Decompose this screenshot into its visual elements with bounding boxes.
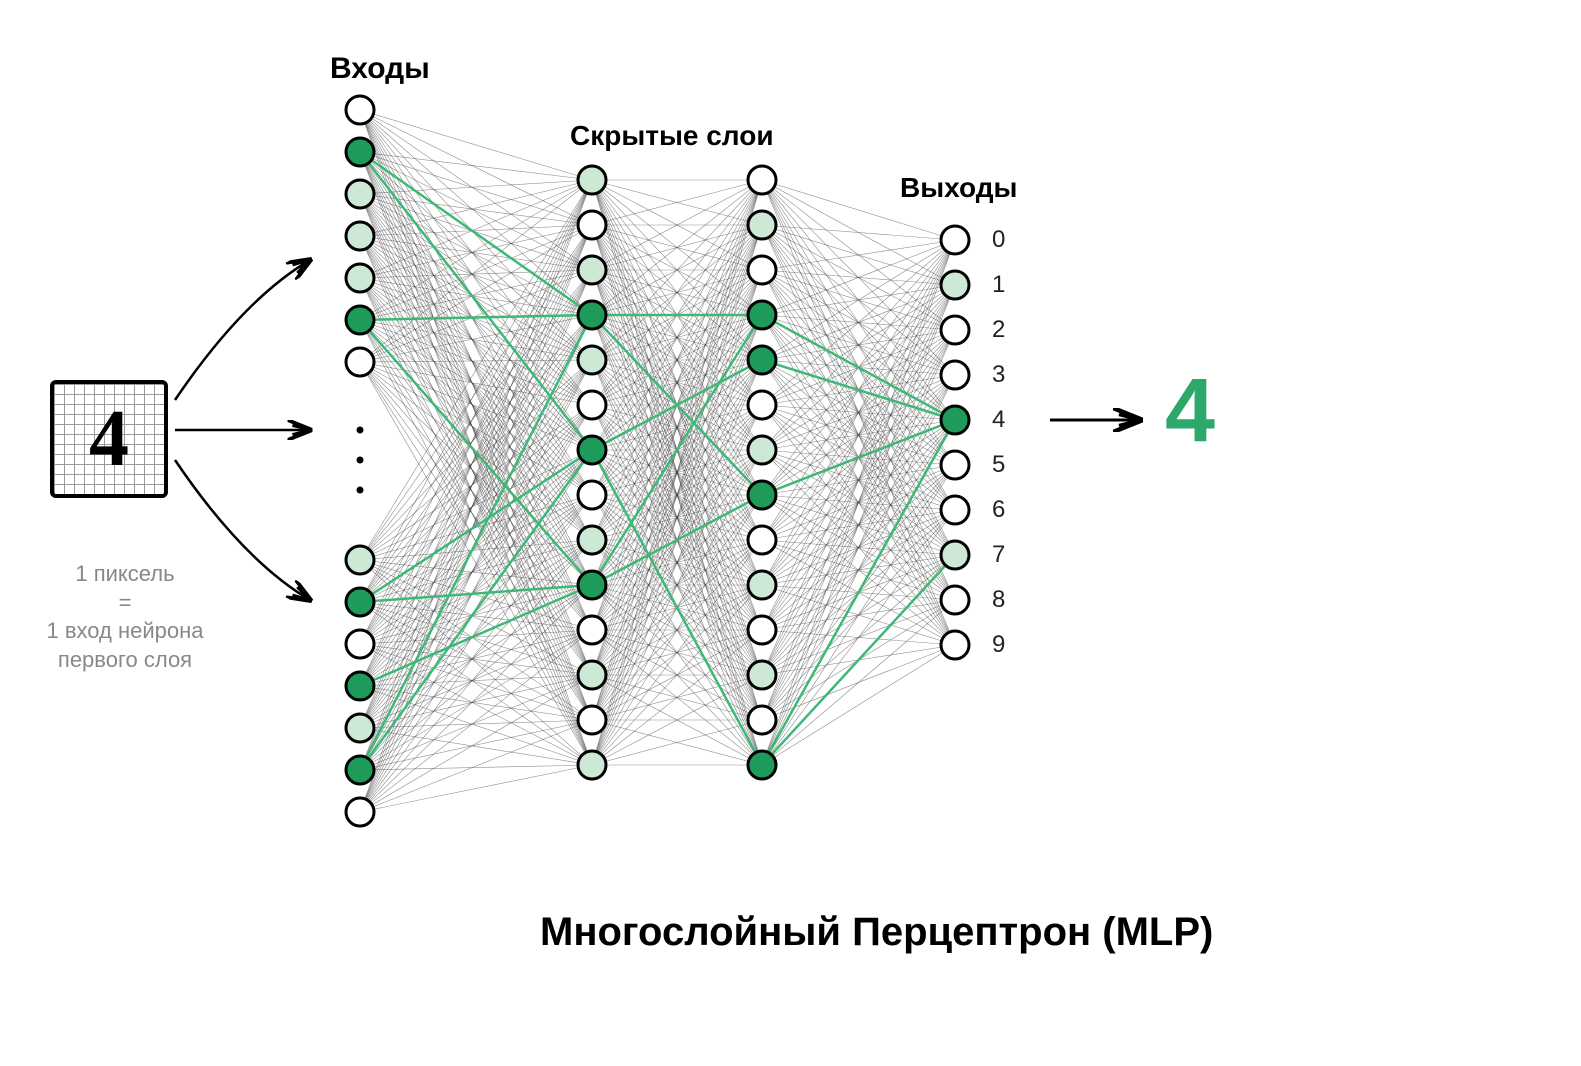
input-node-8: [346, 588, 374, 616]
input-node-4: [346, 264, 374, 292]
input-node-13: [346, 798, 374, 826]
input-node-0: [346, 96, 374, 124]
outputs-label: Выходы: [900, 172, 1017, 204]
output-label-4: 4: [992, 406, 1005, 434]
hidden2-node-6: [748, 436, 776, 464]
input-node-12: [346, 756, 374, 784]
hidden2-node-4: [748, 346, 776, 374]
hidden1-node-2: [578, 256, 606, 284]
output-node-2: [941, 316, 969, 344]
hidden2-node-8: [748, 526, 776, 554]
hidden1-node-3: [578, 301, 606, 329]
input-ellipsis-dot: [357, 427, 364, 434]
hidden1-node-4: [578, 346, 606, 374]
input-node-3: [346, 222, 374, 250]
output-label-6: 6: [992, 496, 1005, 524]
output-label-1: 1: [992, 271, 1005, 299]
output-node-3: [941, 361, 969, 389]
hidden1-node-13: [578, 751, 606, 779]
input-node-11: [346, 714, 374, 742]
output-node-1: [941, 271, 969, 299]
output-label-3: 3: [992, 361, 1005, 389]
output-label-5: 5: [992, 451, 1005, 479]
output-node-5: [941, 451, 969, 479]
input-image-grid: 4: [50, 380, 168, 498]
output-node-0: [941, 226, 969, 254]
output-node-4: [941, 406, 969, 434]
hidden2-node-5: [748, 391, 776, 419]
hidden1-node-8: [578, 526, 606, 554]
fanout-arrow: [175, 260, 310, 400]
hidden2-node-3: [748, 301, 776, 329]
hidden2-node-11: [748, 661, 776, 689]
hidden1-node-1: [578, 211, 606, 239]
input-node-1: [346, 138, 374, 166]
hidden1-node-6: [578, 436, 606, 464]
pixel-note-line1: 1 пиксель: [10, 560, 240, 589]
output-label-2: 2: [992, 316, 1005, 344]
hidden2-node-2: [748, 256, 776, 284]
output-label-0: 0: [992, 226, 1005, 254]
input-node-7: [346, 546, 374, 574]
input-digit-glyph: 4: [89, 394, 129, 485]
input-node-6: [346, 348, 374, 376]
hidden1-node-10: [578, 616, 606, 644]
hidden2-node-9: [748, 571, 776, 599]
network-svg: [0, 0, 1581, 1066]
input-node-5: [346, 306, 374, 334]
output-node-8: [941, 586, 969, 614]
pixel-note-line2: 1 вход нейрона: [10, 617, 240, 646]
pixel-note-eq: =: [10, 589, 240, 618]
inputs-label: Входы: [330, 52, 430, 86]
hidden1-node-9: [578, 571, 606, 599]
input-node-2: [346, 180, 374, 208]
input-ellipsis-dot: [357, 487, 364, 494]
hidden2-node-10: [748, 616, 776, 644]
pixel-note-line3: первого слоя: [10, 646, 240, 675]
hidden2-node-13: [748, 751, 776, 779]
result-digit: 4: [1165, 360, 1215, 463]
hidden2-node-7: [748, 481, 776, 509]
hidden1-node-0: [578, 166, 606, 194]
output-label-7: 7: [992, 541, 1005, 569]
hidden-label: Скрытые слои: [570, 120, 774, 152]
hidden1-node-7: [578, 481, 606, 509]
output-node-6: [941, 496, 969, 524]
hidden2-node-12: [748, 706, 776, 734]
hidden2-node-1: [748, 211, 776, 239]
output-node-9: [941, 631, 969, 659]
output-node-7: [941, 541, 969, 569]
diagram-title: Многослойный Перцептрон (MLP): [540, 910, 1213, 955]
hidden1-node-11: [578, 661, 606, 689]
input-node-10: [346, 672, 374, 700]
output-label-9: 9: [992, 631, 1005, 659]
pixel-note: 1 пиксель = 1 вход нейрона первого слоя: [10, 560, 240, 674]
output-label-8: 8: [992, 586, 1005, 614]
hidden2-node-0: [748, 166, 776, 194]
input-node-9: [346, 630, 374, 658]
hidden1-node-5: [578, 391, 606, 419]
hidden1-node-12: [578, 706, 606, 734]
input-ellipsis-dot: [357, 457, 364, 464]
